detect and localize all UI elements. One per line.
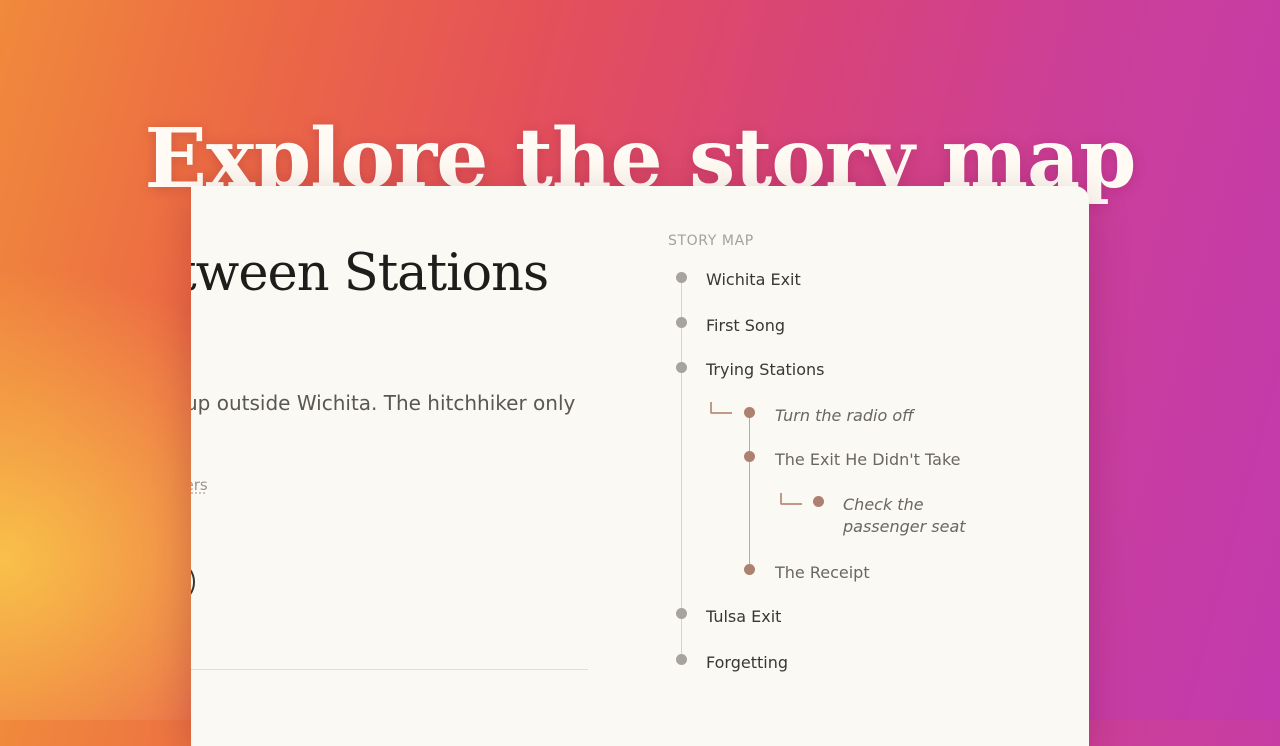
story-intro: up outside Wichita. The hitchhiker only [191,391,576,415]
timeline-node-icon [676,272,687,283]
timeline-node-icon [813,496,824,507]
story-map-item-tulsa-exit[interactable]: Tulsa Exit [706,606,781,628]
timeline-node-icon [744,564,755,575]
timeline-node-icon [676,608,687,619]
timeline-node-icon [676,654,687,665]
timeline-node-icon [744,407,755,418]
story-title: etween Stations [191,244,549,303]
branch-connector-icon [780,493,802,505]
story-map-item-wichita-exit[interactable]: Wichita Exit [706,269,801,291]
byline-link[interactable]: hers [191,476,208,494]
story-map-item-first-song[interactable]: First Song [706,315,785,337]
story-map-item-exit-he-didnt-take[interactable]: The Exit He Didn't Take [775,449,960,471]
story-map-choice-turn-radio-off[interactable]: Turn the radio off [775,405,914,427]
story-map-item-trying-stations[interactable]: Trying Stations [706,359,825,381]
story-map-branch-rail [749,417,750,565]
story-map-item-forgetting[interactable]: Forgetting [706,652,788,674]
story-panel: etween Stations up outside Wichita. The … [191,186,1089,746]
timeline-node-icon [676,362,687,373]
story-map-main-rail [681,280,682,664]
story-map-heading: STORY MAP [668,233,754,249]
story-map-item-the-receipt[interactable]: The Receipt [775,562,870,584]
timeline-node-icon [676,317,687,328]
branch-connector-icon [710,402,732,414]
content-divider [191,669,588,670]
partial-round-button[interactable] [191,560,195,604]
timeline-node-icon [744,451,755,462]
story-map-choice-check-passenger-seat[interactable]: Check the passenger seat [843,494,993,538]
